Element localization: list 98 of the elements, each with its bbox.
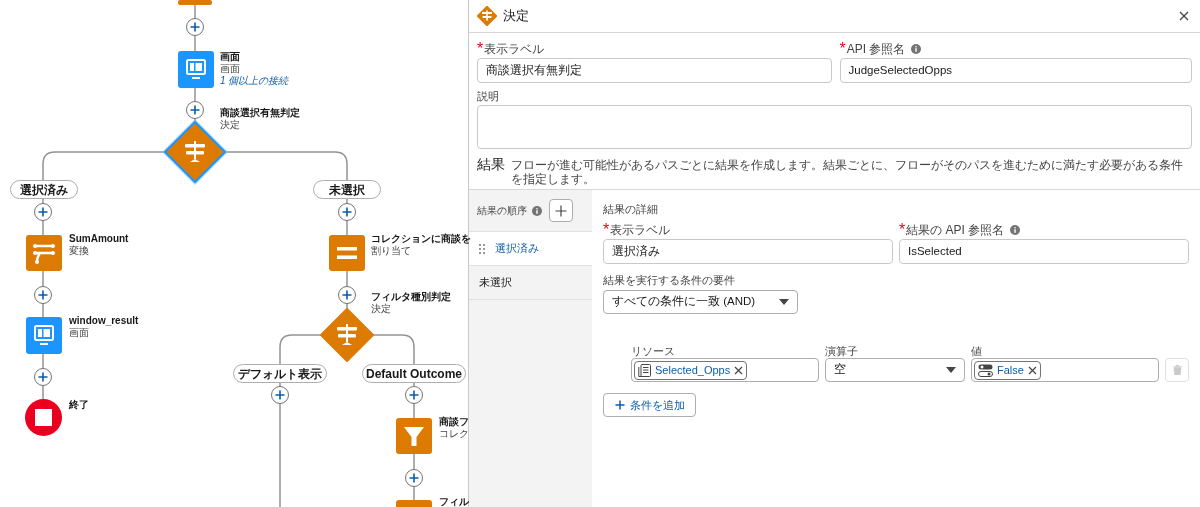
toggle-icon [978, 363, 993, 377]
add-element-button[interactable] [338, 203, 356, 221]
field-label: 結果の API 参照名 [906, 222, 1005, 239]
node-title: 終了 [69, 399, 89, 411]
field-label: 表示ラベル [484, 41, 545, 58]
add-element-button[interactable] [405, 469, 423, 487]
section-description: フローが進む可能性があるパスごとに結果を作成します。結果ごとに、フローがそのパスを進むために満たす必要がある条件を指定します。 [511, 158, 1184, 186]
text-field[interactable]: 選択済み [603, 239, 893, 264]
column-label: 値 [971, 344, 983, 358]
outcome-item[interactable]: 選択済み [469, 232, 592, 266]
plus-icon [38, 290, 48, 300]
drag-handle-icon[interactable] [479, 243, 485, 254]
outcome-label[interactable]: 選択済み [10, 180, 78, 199]
screen-node[interactable] [26, 317, 62, 354]
field-label: 説明 [477, 89, 500, 103]
column-label: 演算子 [825, 344, 859, 358]
resource-pill[interactable]: Selected_Opps [634, 360, 748, 380]
text-field[interactable]: 商談選択有無判定 [477, 58, 832, 83]
node-type: 決定 [220, 119, 241, 131]
value-field[interactable]: False [971, 358, 1159, 382]
text-field[interactable]: IsSelected [899, 239, 1189, 264]
resource-pill[interactable]: False [974, 360, 1041, 380]
node-title: コレクションに商談を [371, 233, 471, 245]
add-element-button[interactable] [186, 101, 204, 119]
flow-element-node[interactable] [329, 235, 365, 271]
operator-dropdown[interactable]: 空 [825, 358, 965, 382]
outcome-label[interactable]: 未選択 [313, 180, 381, 199]
node-title: SumAmount [69, 233, 129, 245]
field-label: 結果を実行する条件の要件 [603, 273, 736, 287]
column-label: リソース [631, 344, 676, 358]
plus-icon [38, 207, 48, 217]
list-heading: 結果の順序 [477, 204, 527, 218]
trash-icon [1172, 365, 1182, 375]
required-mark: * [603, 220, 610, 240]
plus-icon [409, 473, 419, 483]
panel-title: 決定 [503, 7, 530, 26]
required-mark: * [477, 39, 484, 59]
node-title: フィル [439, 496, 469, 507]
node-title: 商談フ [439, 416, 469, 428]
node-type: 割り当て [371, 245, 412, 257]
remove-icon[interactable] [734, 365, 744, 375]
remove-icon[interactable] [1027, 365, 1037, 375]
node-title: 商談選択有無判定 [220, 107, 300, 119]
resource-field[interactable]: Selected_Opps [631, 358, 819, 382]
plus-icon [275, 390, 285, 400]
description-field[interactable] [477, 105, 1192, 149]
info-icon[interactable] [911, 44, 922, 54]
add-outcome-button[interactable] [549, 199, 573, 222]
outcome-label[interactable]: Default Outcome [362, 364, 466, 383]
add-element-button[interactable] [271, 386, 289, 404]
plus-icon [38, 372, 48, 382]
required-mark: * [899, 220, 906, 240]
add-element-button[interactable] [34, 368, 52, 386]
field-label: API 参照名 [846, 41, 906, 58]
plus-icon [342, 290, 352, 300]
screen-node[interactable] [178, 51, 214, 88]
plus-icon [190, 105, 200, 115]
add-element-button[interactable] [186, 18, 204, 36]
collection-icon [638, 363, 651, 377]
connector-line [279, 334, 323, 367]
plus-icon [409, 390, 419, 400]
flow-element-node[interactable] [26, 235, 62, 271]
section-heading: 結果の詳細 [603, 202, 659, 216]
node-type: 画面 [220, 63, 241, 75]
required-mark: * [839, 39, 846, 59]
node-type: コレク [439, 428, 469, 440]
plus-icon [190, 22, 200, 32]
add-condition-button[interactable]: 条件を追加 [603, 393, 696, 417]
node-title: 画面 [220, 51, 241, 63]
plus-icon [555, 204, 567, 217]
node-title: フィルタ種別判定 [371, 291, 451, 303]
text-field[interactable]: JudgeSelectedOpps [839, 58, 1192, 83]
node-type: 画面 [69, 327, 90, 339]
plus-icon [342, 207, 352, 217]
decision-icon [477, 6, 497, 26]
outcome-label[interactable]: デフォルト表示 [233, 364, 327, 383]
field-label: 表示ラベル [610, 222, 671, 239]
add-element-button[interactable] [34, 203, 52, 221]
node-note: 1 個以上の接続 [220, 75, 289, 87]
plus-icon [614, 400, 625, 410]
node-type: 変換 [69, 245, 90, 257]
dropdown-caret-icon [946, 367, 956, 373]
info-icon[interactable] [532, 205, 542, 216]
dropdown-caret-icon [779, 299, 789, 305]
connector-line [371, 334, 415, 367]
node-title: window_result [69, 315, 139, 327]
flow-element-node[interactable] [178, 0, 212, 5]
info-icon[interactable] [1010, 225, 1021, 235]
add-element-button[interactable] [34, 286, 52, 304]
decision-node[interactable] [161, 118, 229, 186]
node-type: 決定 [371, 303, 392, 315]
section-title: 結果 [477, 155, 505, 174]
add-element-button[interactable] [405, 386, 423, 404]
requirement-dropdown[interactable]: すべての条件に一致 (AND) [603, 290, 798, 314]
add-element-button[interactable] [338, 286, 356, 304]
end-node[interactable] [25, 399, 62, 436]
flow-element-node[interactable] [396, 418, 432, 454]
close-icon [1179, 11, 1189, 21]
